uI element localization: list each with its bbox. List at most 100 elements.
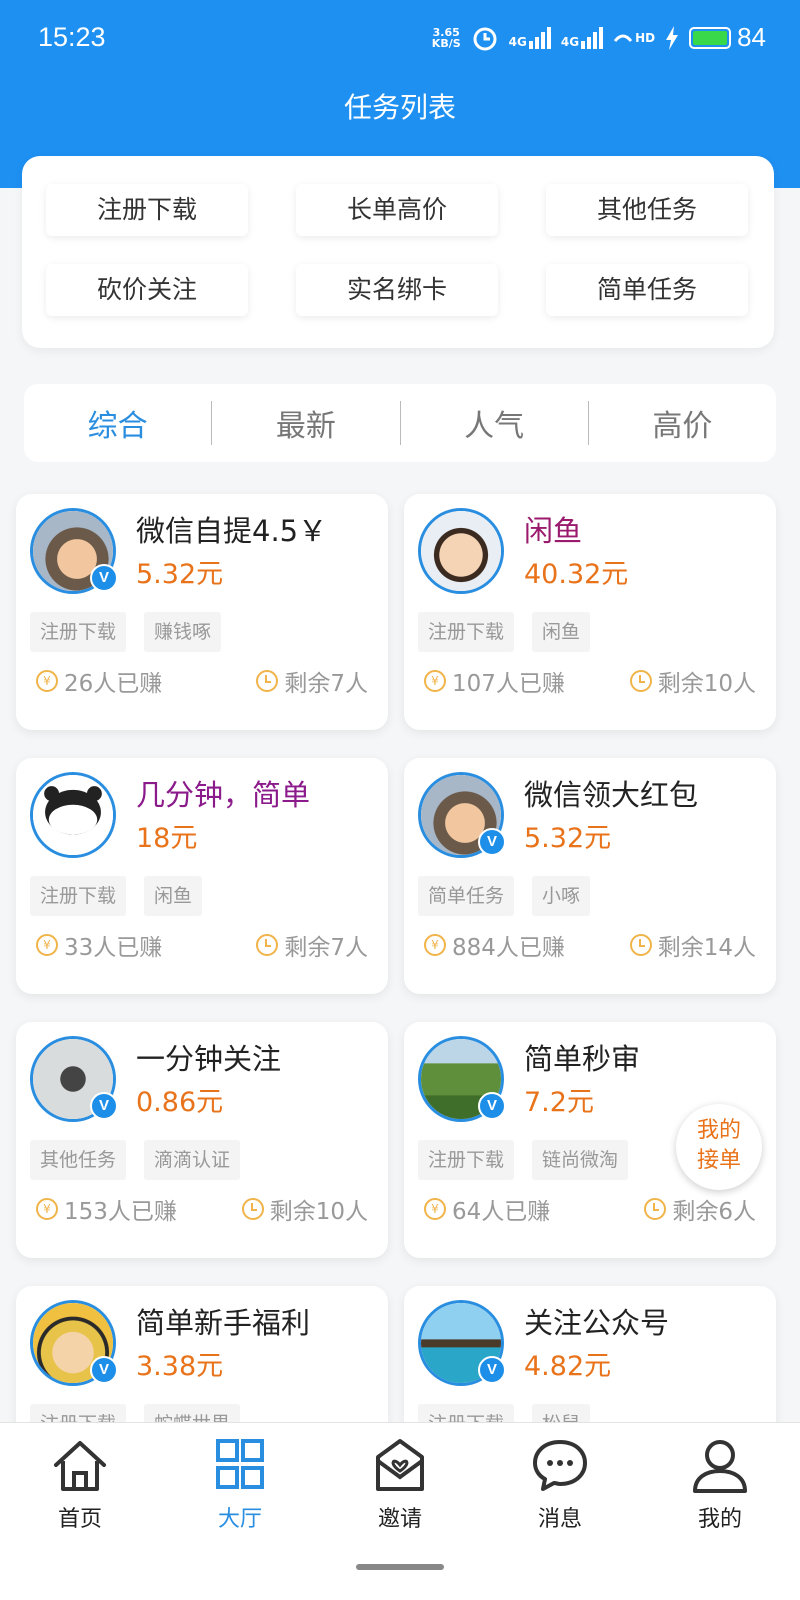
signal-icon-1: 4G <box>509 26 551 49</box>
task-tag: 链尚微淘 <box>532 1140 629 1180</box>
task-tag: 滴滴认证 <box>144 1140 241 1180</box>
earned-count: ¥884人已赚 <box>424 928 565 962</box>
user-icon <box>693 1440 747 1493</box>
charging-icon <box>666 25 679 50</box>
task-title: 闲鱼 <box>524 514 583 548</box>
coin-icon: ¥ <box>36 670 58 692</box>
my-orders-float-button[interactable]: 我的 接单 <box>676 1104 762 1190</box>
net-speed-value: 3.65 <box>432 25 460 39</box>
verified-badge-icon: V <box>90 1092 118 1120</box>
earned-count: ¥64人已赚 <box>424 1192 550 1226</box>
nav-hall-label: 大厅 <box>217 1507 262 1532</box>
task-card[interactable]: V 微信自提4.5￥ 5.32元 注册下载 赚钱啄 ¥26人已赚 剩余7人 <box>16 494 388 730</box>
page-title: 任务列表 <box>343 91 456 124</box>
net-speed-unit: KB/S <box>431 36 461 50</box>
signal-icon-2: 4G <box>561 26 604 49</box>
battery-icon <box>689 26 732 49</box>
category-bargain-follow[interactable]: 砍价关注 <box>46 264 248 316</box>
task-card[interactable]: 闲鱼 40.32元 注册下载 闲鱼 ¥107人已赚 剩余10人 <box>404 494 776 730</box>
task-price: 0.86元 <box>136 1087 224 1118</box>
task-title: 一分钟关注 <box>136 1042 282 1076</box>
nav-home-label: 首页 <box>57 1507 102 1532</box>
clock-icon <box>256 670 279 692</box>
task-tag: 其他任务 <box>30 1140 127 1180</box>
nav-messages[interactable]: 消息 <box>510 1437 610 1533</box>
task-title: 简单新手福利 <box>136 1306 311 1340</box>
remaining-count: 剩余7人 <box>256 664 368 698</box>
task-card[interactable]: 几分钟，简单 18元 注册下载 闲鱼 ¥33人已赚 剩余7人 <box>16 758 388 994</box>
clock-icon <box>241 1198 264 1220</box>
task-tag: 注册下载 <box>30 876 127 916</box>
task-tag: 简单任务 <box>418 876 515 916</box>
home-indicator[interactable] <box>356 1564 444 1570</box>
category-panel: 注册下载 长单高价 其他任务 砍价关注 实名绑卡 简单任务 <box>22 156 774 348</box>
sort-bar: 综合 最新 人气 高价 <box>24 384 776 462</box>
task-tag: 赚钱啄 <box>144 612 222 652</box>
verified-badge-icon: V <box>90 564 118 592</box>
task-price: 5.32元 <box>524 823 612 854</box>
verified-badge-icon: V <box>478 1092 506 1120</box>
clock-icon <box>644 1198 667 1220</box>
coin-icon: ¥ <box>36 1198 58 1220</box>
task-tag: 闲鱼 <box>144 876 203 916</box>
clock-icon <box>629 934 652 956</box>
verified-badge-icon: V <box>90 1356 118 1384</box>
battery-level: 84 <box>737 22 766 52</box>
avatar <box>418 508 504 594</box>
task-price: 7.2元 <box>524 1087 594 1118</box>
nav-home[interactable]: 首页 <box>30 1437 130 1533</box>
category-other-tasks[interactable]: 其他任务 <box>546 184 748 236</box>
bottom-nav: 首页 大厅 邀请 消息 我的 <box>0 1422 800 1600</box>
task-price: 3.38元 <box>136 1351 224 1382</box>
coin-icon: ¥ <box>36 934 58 956</box>
remaining-count: 剩余14人 <box>629 928 756 962</box>
sort-tab-newest[interactable]: 最新 <box>212 401 399 445</box>
category-long-high-price[interactable]: 长单高价 <box>296 184 498 236</box>
verified-badge-icon: V <box>478 828 506 856</box>
battery-indicator: 84 <box>689 22 766 53</box>
category-realname-bindcard[interactable]: 实名绑卡 <box>296 264 498 316</box>
remaining-count: 剩余10人 <box>241 1192 368 1226</box>
status-bar: 15:23 3.65 KB/S 4G 4G HD 84 <box>0 0 800 80</box>
earned-count: ¥107人已赚 <box>424 664 565 698</box>
task-title: 关注公众号 <box>524 1306 670 1340</box>
task-card[interactable]: V 微信领大红包 5.32元 简单任务 小啄 ¥884人已赚 剩余14人 <box>404 758 776 994</box>
category-register-download[interactable]: 注册下载 <box>46 184 248 236</box>
status-icons: 3.65 KB/S 4G 4G HD 84 <box>432 22 766 53</box>
sort-tab-popular[interactable]: 人气 <box>401 401 588 445</box>
task-title: 几分钟，简单 <box>136 778 311 812</box>
task-price: 4.82元 <box>524 1351 612 1382</box>
task-card[interactable]: V 一分钟关注 0.86元 其他任务 滴滴认证 ¥153人已赚 剩余10人 <box>16 1022 388 1258</box>
avatar <box>30 772 116 858</box>
status-time: 15:23 <box>38 22 106 52</box>
invite-envelope-icon <box>376 1439 424 1491</box>
task-price: 40.32元 <box>524 559 629 590</box>
sort-tab-high-price[interactable]: 高价 <box>589 401 776 445</box>
grid-icon <box>216 1439 264 1489</box>
nav-mine[interactable]: 我的 <box>670 1437 770 1533</box>
category-simple-tasks[interactable]: 简单任务 <box>546 264 748 316</box>
task-title: 微信领大红包 <box>524 778 699 812</box>
net-speed: 3.65 KB/S <box>432 27 461 49</box>
nav-messages-label: 消息 <box>537 1507 582 1532</box>
earned-count: ¥26人已赚 <box>36 664 162 698</box>
verified-badge-icon: V <box>478 1356 506 1384</box>
task-title: 简单秒审 <box>524 1042 641 1076</box>
task-tag: 小啄 <box>532 876 591 916</box>
task-price: 5.32元 <box>136 559 224 590</box>
earned-count: ¥33人已赚 <box>36 928 162 962</box>
clock-icon <box>629 670 652 692</box>
remaining-count: 剩余10人 <box>629 664 756 698</box>
hd-call-icon: HD <box>613 31 655 45</box>
nav-hall[interactable]: 大厅 <box>190 1437 290 1533</box>
coin-icon: ¥ <box>424 670 446 692</box>
nav-mine-label: 我的 <box>697 1507 742 1532</box>
task-tag: 闲鱼 <box>532 612 591 652</box>
nav-invite[interactable]: 邀请 <box>350 1437 450 1533</box>
home-icon <box>54 1441 106 1491</box>
task-tag: 注册下载 <box>418 1140 515 1180</box>
coin-icon: ¥ <box>424 1198 446 1220</box>
sort-tab-comprehensive[interactable]: 综合 <box>24 401 211 445</box>
task-title: 微信自提4.5￥ <box>136 514 328 548</box>
task-tag: 注册下载 <box>30 612 127 652</box>
